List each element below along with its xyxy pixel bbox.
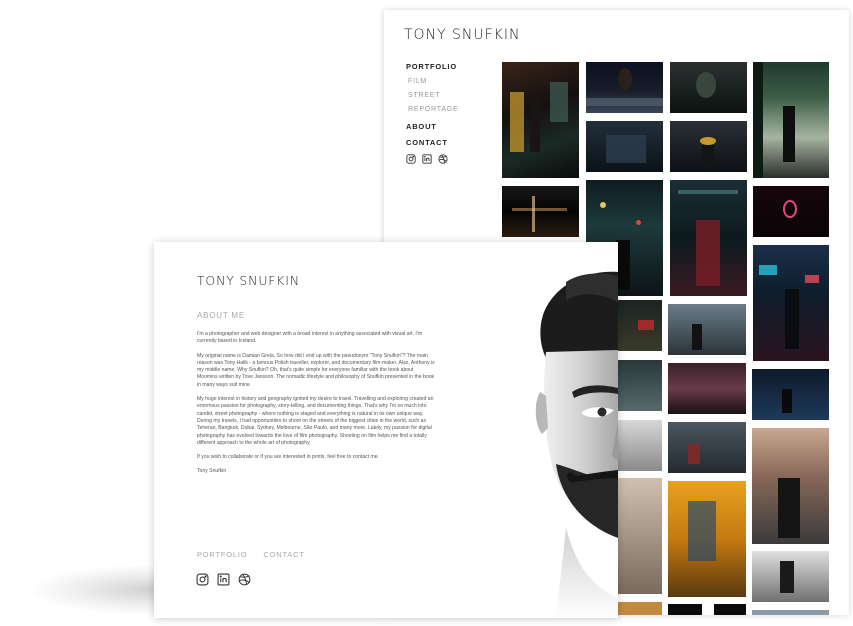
footer-portfolio-link[interactable]: PORTFOLIO: [197, 550, 247, 559]
social-links: [196, 573, 251, 586]
photo-tile[interactable]: [618, 300, 662, 351]
photo-tile[interactable]: [668, 304, 746, 355]
photo-tile[interactable]: [618, 420, 662, 471]
photo-grid-continued: [618, 242, 849, 615]
nav-contact-link[interactable]: CONTACT: [406, 138, 496, 147]
nav-about-link[interactable]: ABOUT: [406, 122, 496, 131]
photo-tile[interactable]: [586, 62, 663, 113]
footer-nav: PORTFOLIO CONTACT: [197, 550, 305, 559]
social-links: [406, 154, 496, 164]
photo-tile[interactable]: [670, 121, 747, 172]
nav-reportage-link[interactable]: REPORTAGE: [406, 106, 496, 113]
dribbble-icon[interactable]: [438, 154, 448, 164]
nav-film-link[interactable]: FILM: [406, 78, 496, 85]
photo-tile[interactable]: [502, 62, 579, 178]
photo-tile[interactable]: [618, 360, 662, 411]
photo-tile[interactable]: [668, 422, 746, 473]
portrait-photo: [526, 271, 618, 618]
bio-signature: Tony Snufkin: [197, 468, 227, 475]
about-page-window: TONY SNUFKIN ABOUT ME I'm a photographer…: [154, 242, 618, 618]
linkedin-icon[interactable]: [217, 573, 230, 586]
dribbble-icon[interactable]: [238, 573, 251, 586]
site-logo[interactable]: TONY SNUFKIN: [404, 27, 521, 43]
photo-tile[interactable]: [668, 363, 746, 414]
photo-tile[interactable]: [714, 604, 746, 615]
photo-tile[interactable]: [618, 602, 662, 615]
photo-tile[interactable]: [668, 481, 746, 597]
bio-paragraph: If you wish to collaborate or if you are…: [197, 454, 380, 461]
photo-tile[interactable]: [586, 121, 663, 172]
photo-tile[interactable]: [753, 62, 829, 178]
linkedin-icon[interactable]: [422, 154, 432, 164]
bio-paragraph: My huge interest in history and geograph…: [197, 396, 434, 446]
photo-tile[interactable]: [753, 186, 829, 237]
photo-tile[interactable]: [502, 186, 579, 237]
about-heading: ABOUT ME: [197, 311, 246, 320]
photo-tile[interactable]: [668, 604, 702, 615]
photo-tile[interactable]: [752, 551, 829, 602]
photo-tile[interactable]: [752, 369, 829, 420]
site-logo[interactable]: TONY SNUFKIN: [197, 273, 300, 288]
portfolio-sidebar-nav: PORTFOLIO FILM STREET REPORTAGE ABOUT CO…: [406, 62, 496, 164]
bio-paragraph: My original name is Damian Grela. So how…: [197, 352, 435, 388]
nav-street-link[interactable]: STREET: [406, 92, 496, 99]
photo-tile[interactable]: [670, 62, 747, 113]
bio-paragraph: I'm a photographer and web designer with…: [197, 331, 423, 345]
instagram-icon[interactable]: [196, 573, 209, 586]
footer-contact-link[interactable]: CONTACT: [263, 550, 304, 559]
photo-tile[interactable]: [618, 478, 662, 594]
photo-tile[interactable]: [752, 428, 829, 544]
nav-portfolio-link[interactable]: PORTFOLIO: [406, 62, 496, 71]
photo-tile[interactable]: [752, 610, 829, 615]
bio-text: I'm a photographer and web designer with…: [197, 331, 435, 483]
instagram-icon[interactable]: [406, 154, 416, 164]
